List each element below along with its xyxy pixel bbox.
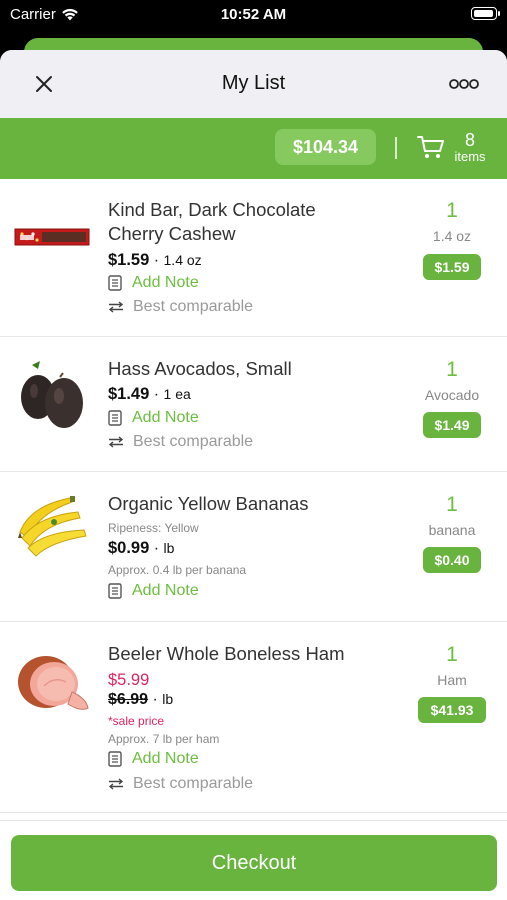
avocado-image	[21, 361, 83, 428]
quantity-unit: Avocado	[424, 387, 480, 403]
line-total-badge: $41.93	[418, 697, 486, 723]
banana-image	[18, 496, 87, 557]
price-value: $1.59	[108, 251, 150, 269]
note-icon	[108, 410, 122, 426]
best-comparable-label: Best comparable	[133, 298, 254, 315]
add-note-label: Add Note	[132, 582, 199, 599]
swap-icon	[108, 436, 124, 448]
item-price: $0.99 · lb	[108, 539, 175, 557]
ham-image	[18, 656, 89, 710]
checkout-button[interactable]: Checkout	[11, 835, 497, 891]
list-item[interactable]: Kind Bar, Dark Chocolate Cherry Cashew $…	[0, 179, 507, 337]
list-item[interactable]: Organic Yellow Bananas Ripeness: Yellow …	[0, 472, 507, 622]
quantity-unit: banana	[428, 522, 476, 538]
sale-price-tag: *sale price	[108, 714, 165, 728]
price-unit: 1.4 oz	[163, 252, 202, 268]
best-comparable-link[interactable]: Best comparable	[108, 775, 253, 793]
item-price: $1.49 · 1 ea	[108, 385, 191, 403]
item-name[interactable]: Organic Yellow Bananas	[108, 492, 368, 516]
add-note-label: Add Note	[132, 274, 199, 291]
item-name[interactable]: Beeler Whole Boneless Ham	[108, 642, 368, 666]
item-price: $1.59 · 1.4 oz	[108, 251, 202, 269]
note-icon	[108, 583, 122, 599]
quantity-unit: 1.4 oz	[432, 228, 472, 244]
item-quantity[interactable]: 1	[402, 358, 502, 382]
sale-price: $5.99	[108, 671, 150, 689]
more-options-icon[interactable]	[449, 78, 479, 90]
quantity-unit: Ham	[437, 672, 467, 688]
price-value: $1.49	[108, 385, 150, 403]
item-quantity[interactable]: 1	[402, 199, 502, 223]
item-quantity[interactable]: 1	[402, 643, 502, 667]
list-summary-bar: $104.34 8 items	[0, 118, 507, 179]
divider	[395, 137, 397, 159]
line-total-badge: $1.49	[423, 412, 481, 438]
best-comparable-link[interactable]: Best comparable	[108, 433, 253, 451]
add-note-button[interactable]: Add Note	[108, 750, 199, 768]
price-unit: lb	[163, 540, 175, 556]
item-count-label: items	[454, 149, 486, 164]
add-note-button[interactable]: Add Note	[108, 582, 199, 600]
item-count: 8 items	[450, 130, 490, 164]
my-list-sheet: My List $104.34 8 items Kind Bar, Dark C…	[0, 50, 507, 900]
list-total[interactable]: $104.34	[275, 129, 376, 165]
note-icon	[108, 751, 122, 767]
approx-weight: Approx. 0.4 lb per banana	[108, 563, 247, 577]
line-total-badge: $1.59	[423, 254, 481, 280]
ripeness-label: Ripeness: Yellow	[108, 521, 199, 535]
kind-bar-image	[14, 228, 90, 246]
item-count-number: 8	[464, 130, 475, 150]
price-unit: 1 ea	[163, 386, 191, 402]
item-name[interactable]: Kind Bar, Dark Chocolate Cherry Cashew	[108, 198, 368, 246]
status-bar: Carrier 10:52 AM	[0, 0, 507, 30]
page-title: My List	[221, 72, 286, 94]
note-icon	[108, 275, 122, 291]
swap-icon	[108, 301, 124, 313]
add-note-label: Add Note	[132, 409, 199, 426]
best-comparable-label: Best comparable	[133, 775, 254, 792]
item-quantity[interactable]: 1	[402, 493, 502, 517]
add-note-button[interactable]: Add Note	[108, 409, 199, 427]
best-comparable-link[interactable]: Best comparable	[108, 298, 253, 316]
clock: 10:52 AM	[220, 6, 287, 23]
nav-bar: My List	[0, 50, 507, 118]
best-comparable-label: Best comparable	[133, 433, 254, 450]
price-unit: lb	[162, 691, 174, 707]
line-total-badge: $0.40	[423, 547, 481, 573]
item-name[interactable]: Hass Avocados, Small	[108, 357, 368, 381]
swap-icon	[108, 778, 124, 790]
checkout-footer: Checkout	[0, 820, 507, 900]
cart-icon[interactable]	[417, 134, 445, 160]
battery-icon	[471, 7, 500, 20]
original-price: $6.99	[108, 691, 149, 708]
add-note-button[interactable]: Add Note	[108, 274, 199, 292]
approx-weight: Approx. 7 lb per ham	[108, 732, 220, 746]
add-note-label: Add Note	[132, 750, 199, 767]
list-item[interactable]: Beeler Whole Boneless Ham $5.99 $6.99 · …	[0, 622, 507, 813]
list-item[interactable]: Hass Avocados, Small $1.49 · 1 ea Add No…	[0, 337, 507, 472]
price-value: $0.99	[108, 539, 150, 557]
item-price: $6.99 · lb	[108, 691, 174, 708]
